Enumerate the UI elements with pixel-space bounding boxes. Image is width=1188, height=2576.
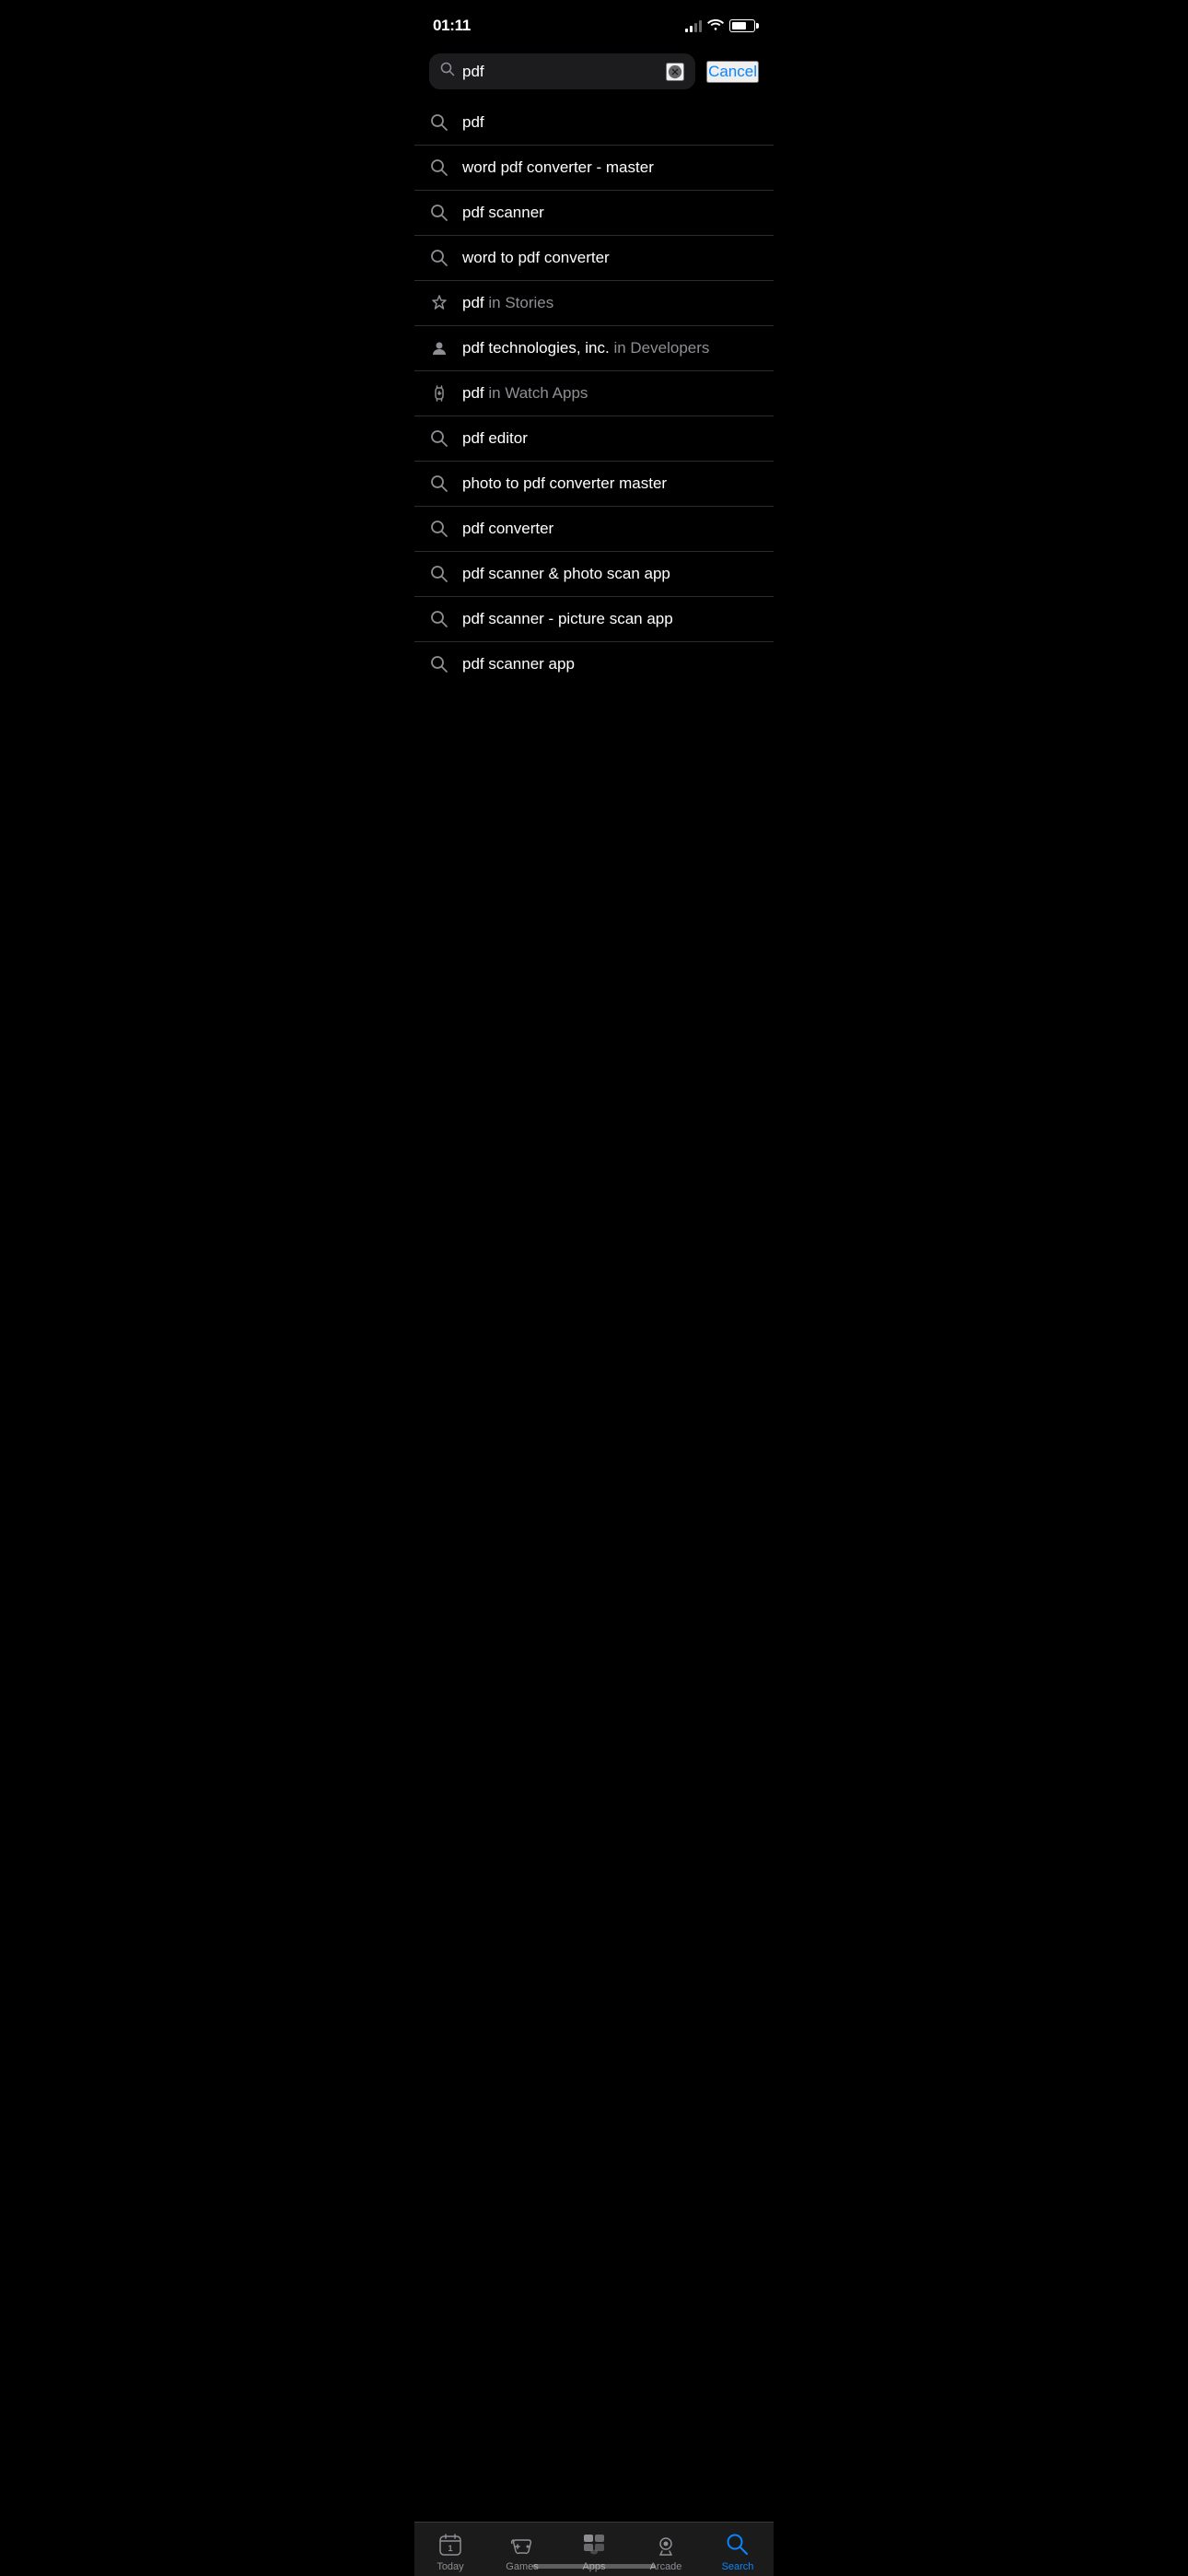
stories-icon xyxy=(429,293,449,313)
suggestion-text: pdf scanner app xyxy=(462,655,575,673)
suggestion-item[interactable]: pdf scanner xyxy=(414,191,774,236)
arcade-icon xyxy=(653,2532,679,2558)
search-icon xyxy=(429,112,449,133)
suggestion-item[interactable]: pdf converter xyxy=(414,507,774,552)
suggestion-item[interactable]: word pdf converter - master xyxy=(414,146,774,191)
suggestion-item[interactable]: pdf scanner - picture scan app xyxy=(414,597,774,642)
search-icon xyxy=(429,248,449,268)
suggestion-item[interactable]: pdf technologies, inc. in Developers xyxy=(414,326,774,371)
tab-today-label: Today xyxy=(437,2561,463,2572)
search-icon xyxy=(429,474,449,494)
search-icon xyxy=(429,654,449,674)
cancel-button[interactable]: Cancel xyxy=(706,61,759,83)
suggestion-text: pdf scanner xyxy=(462,204,544,222)
suggestions-list: pdf word pdf converter - master pdf scan… xyxy=(414,100,774,686)
suggestion-text: pdf converter xyxy=(462,520,553,538)
person-icon xyxy=(429,338,449,358)
search-icon xyxy=(429,519,449,539)
wifi-icon xyxy=(707,18,724,35)
search-tab-icon xyxy=(725,2532,751,2558)
status-bar: 01:11 xyxy=(414,0,774,46)
tab-search[interactable]: Search xyxy=(705,2532,770,2572)
suggestion-text: pdf scanner - picture scan app xyxy=(462,610,673,628)
suggestion-text: word to pdf converter xyxy=(462,249,610,267)
search-icon xyxy=(429,203,449,223)
status-time: 01:11 xyxy=(433,17,471,35)
search-bar-container: pdf Cancel xyxy=(414,46,774,100)
suggestion-text: photo to pdf converter master xyxy=(462,474,667,493)
signal-icon xyxy=(685,19,702,32)
suggestion-text: word pdf converter - master xyxy=(462,158,654,177)
suggestion-item[interactable]: pdf in Watch Apps xyxy=(414,371,774,416)
search-input-wrapper[interactable]: pdf xyxy=(429,53,695,89)
battery-icon xyxy=(729,19,755,32)
search-input[interactable]: pdf xyxy=(462,63,658,81)
suggestion-item[interactable]: photo to pdf converter master xyxy=(414,462,774,507)
suggestion-item[interactable]: pdf scanner app xyxy=(414,642,774,686)
apps-icon xyxy=(581,2532,607,2558)
suggestion-text: pdf editor xyxy=(462,429,528,448)
suggestion-text: pdf in Stories xyxy=(462,294,553,312)
search-icon xyxy=(429,428,449,449)
tab-search-label: Search xyxy=(722,2561,754,2572)
suggestion-item[interactable]: pdf editor xyxy=(414,416,774,462)
suggestion-text: pdf scanner & photo scan app xyxy=(462,565,670,583)
games-icon xyxy=(509,2532,535,2558)
suggestion-item[interactable]: pdf xyxy=(414,100,774,146)
suggestion-item[interactable]: pdf scanner & photo scan app xyxy=(414,552,774,597)
suggestion-text: pdf technologies, inc. in Developers xyxy=(462,339,709,357)
svg-text:1: 1 xyxy=(448,2544,452,2553)
search-icon xyxy=(429,158,449,178)
suggestion-item[interactable]: pdf in Stories xyxy=(414,281,774,326)
suggestion-text: pdf in Watch Apps xyxy=(462,384,588,403)
home-indicator xyxy=(532,2564,656,2569)
search-icon xyxy=(440,62,455,81)
tab-today[interactable]: 1 Today xyxy=(418,2532,483,2572)
search-clear-button[interactable] xyxy=(666,63,684,81)
today-icon: 1 xyxy=(437,2532,463,2558)
status-icons xyxy=(685,18,755,35)
search-icon xyxy=(429,609,449,629)
suggestion-text: pdf xyxy=(462,113,484,132)
watch-icon xyxy=(429,383,449,404)
suggestion-item[interactable]: word to pdf converter xyxy=(414,236,774,281)
search-icon xyxy=(429,564,449,584)
